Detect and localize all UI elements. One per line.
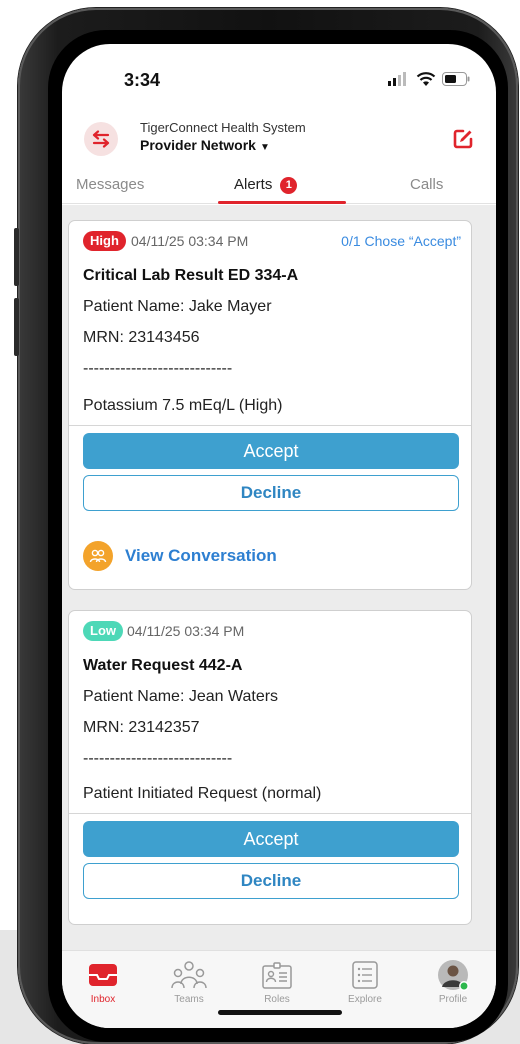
roles-icon	[262, 962, 292, 989]
alert-card[interactable]: Low 04/11/25 03:34 PM Water Request 442-…	[68, 610, 472, 925]
alert-detail: Potassium 7.5 mEq/L (High)	[83, 397, 283, 414]
divider	[69, 813, 471, 814]
patient-name: Patient Name: Jake Mayer	[83, 298, 272, 315]
priority-badge: High	[83, 231, 126, 251]
divider	[69, 425, 471, 426]
tab-alerts[interactable]: Alerts 1	[234, 176, 298, 194]
patient-mrn: MRN: 23143456	[83, 329, 200, 346]
accept-button[interactable]: Accept	[83, 821, 459, 857]
separator-text: ----------------------------	[83, 360, 233, 377]
tab-alerts-label: Alerts	[234, 176, 273, 193]
nav-inbox[interactable]: Inbox	[68, 959, 138, 1005]
teams-icon	[171, 961, 207, 989]
alert-timestamp: 04/11/25 03:34 PM	[131, 233, 249, 249]
accept-button[interactable]: Accept	[83, 433, 459, 469]
alert-title: Water Request 442-A	[83, 657, 243, 674]
cellular-signal-icon	[388, 72, 406, 86]
volume-down-button	[14, 298, 19, 356]
nav-profile[interactable]: Profile	[418, 959, 488, 1005]
phone-screen: 3:34 TigerConnect Health System Provider…	[62, 44, 496, 1028]
status-time: 3:34	[124, 70, 161, 90]
network-name: Provider Network	[140, 137, 256, 153]
alert-title: Critical Lab Result ED 334-A	[83, 267, 299, 284]
explore-icon	[352, 961, 378, 989]
nav-roles-label: Roles	[264, 994, 290, 1005]
separator-text: ----------------------------	[83, 750, 233, 767]
compose-button[interactable]	[446, 122, 480, 156]
phone-frame: 3:34 TigerConnect Health System Provider…	[14, 8, 518, 1044]
view-conversation-link[interactable]: View Conversation	[83, 539, 277, 573]
switch-network-button[interactable]	[84, 122, 118, 156]
caret-down-icon: ▼	[259, 142, 270, 153]
people-icon	[89, 549, 107, 563]
nav-roles[interactable]: Roles	[242, 959, 312, 1005]
network-selector[interactable]: Provider Network ▼	[140, 137, 270, 153]
volume-up-button	[14, 228, 19, 286]
nav-profile-label: Profile	[438, 994, 468, 1005]
patient-name: Patient Name: Jean Waters	[83, 688, 279, 705]
nav-teams-label: Teams	[174, 994, 204, 1005]
patient-mrn: MRN: 23142357	[83, 719, 200, 736]
inbox-icon	[89, 964, 117, 986]
alerts-count-badge: 1	[280, 177, 298, 194]
status-bar: 3:34	[62, 44, 496, 108]
view-conversation-label: View Conversation	[125, 546, 277, 565]
tab-calls[interactable]: Calls	[410, 176, 443, 193]
compose-icon	[453, 129, 473, 149]
battery-icon	[442, 72, 470, 86]
organization-name: TigerConnect Health System	[140, 120, 306, 135]
avatar	[438, 960, 469, 991]
decline-button[interactable]: Decline	[83, 475, 459, 511]
swap-arrows-icon	[92, 130, 110, 148]
group-chat-icon	[83, 541, 113, 571]
inbox-tabs: Messages Alerts 1 Calls	[62, 168, 496, 204]
bottom-navigation: Inbox Teams Roles Explore Profile	[62, 950, 496, 1028]
alert-timestamp: 04/11/25 03:34 PM	[127, 623, 245, 639]
nav-inbox-label: Inbox	[90, 994, 116, 1005]
response-summary: 0/1 Chose “Accept”	[341, 233, 461, 249]
alert-detail: Patient Initiated Request (normal)	[83, 785, 322, 802]
wifi-icon	[416, 72, 436, 86]
nav-explore-label: Explore	[348, 994, 382, 1005]
app-header: TigerConnect Health System Provider Netw…	[62, 108, 496, 170]
decline-button[interactable]: Decline	[83, 863, 459, 899]
nav-teams[interactable]: Teams	[154, 959, 224, 1005]
tab-messages[interactable]: Messages	[76, 176, 144, 193]
alerts-list[interactable]: High 04/11/25 03:34 PM 0/1 Chose “Accept…	[62, 205, 496, 950]
active-tab-indicator	[218, 201, 346, 204]
alert-card[interactable]: High 04/11/25 03:34 PM 0/1 Chose “Accept…	[68, 220, 472, 590]
nav-explore[interactable]: Explore	[330, 959, 400, 1005]
priority-badge: Low	[83, 621, 123, 641]
home-indicator[interactable]	[218, 1010, 342, 1015]
